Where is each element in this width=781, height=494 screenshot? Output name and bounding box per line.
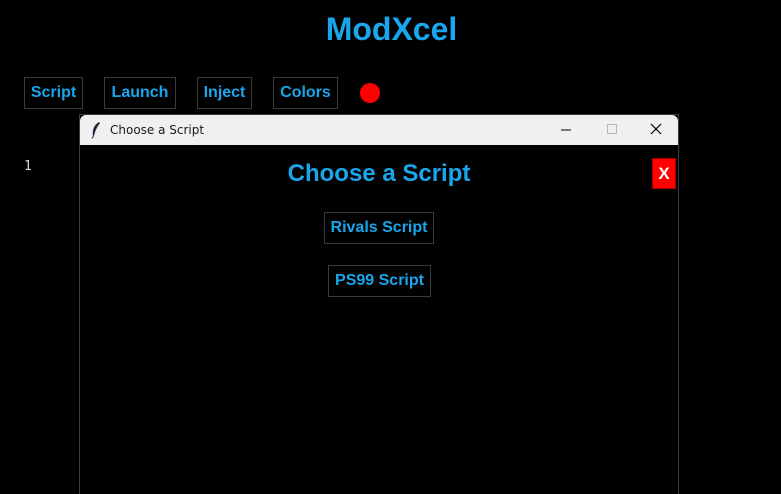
inject-button[interactable]: Inject [197, 77, 252, 109]
editor-line-number: 1 [24, 159, 32, 174]
status-indicator [360, 83, 380, 103]
maximize-icon [607, 124, 617, 134]
script-button[interactable]: Script [24, 77, 83, 109]
choose-script-dialog: Choose a Script Choose a Script X Rivals… [79, 114, 679, 494]
dialog-close-button[interactable]: X [652, 158, 676, 189]
close-icon [650, 123, 662, 135]
rivals-script-button[interactable]: Rivals Script [324, 212, 434, 244]
minimize-button[interactable] [543, 115, 589, 145]
minimize-icon [561, 129, 571, 131]
dialog-heading: Choose a Script [287, 160, 471, 187]
ps99-script-button[interactable]: PS99 Script [328, 265, 431, 297]
colors-button[interactable]: Colors [273, 77, 338, 109]
dialog-titlebar[interactable]: Choose a Script [80, 115, 678, 145]
dialog-window-title: Choose a Script [110, 123, 205, 137]
window-close-button[interactable] [633, 115, 679, 145]
feather-icon [91, 122, 100, 139]
launch-button[interactable]: Launch [104, 77, 176, 109]
maximize-button[interactable] [589, 115, 635, 145]
app-title: ModXcel [325, 11, 458, 47]
